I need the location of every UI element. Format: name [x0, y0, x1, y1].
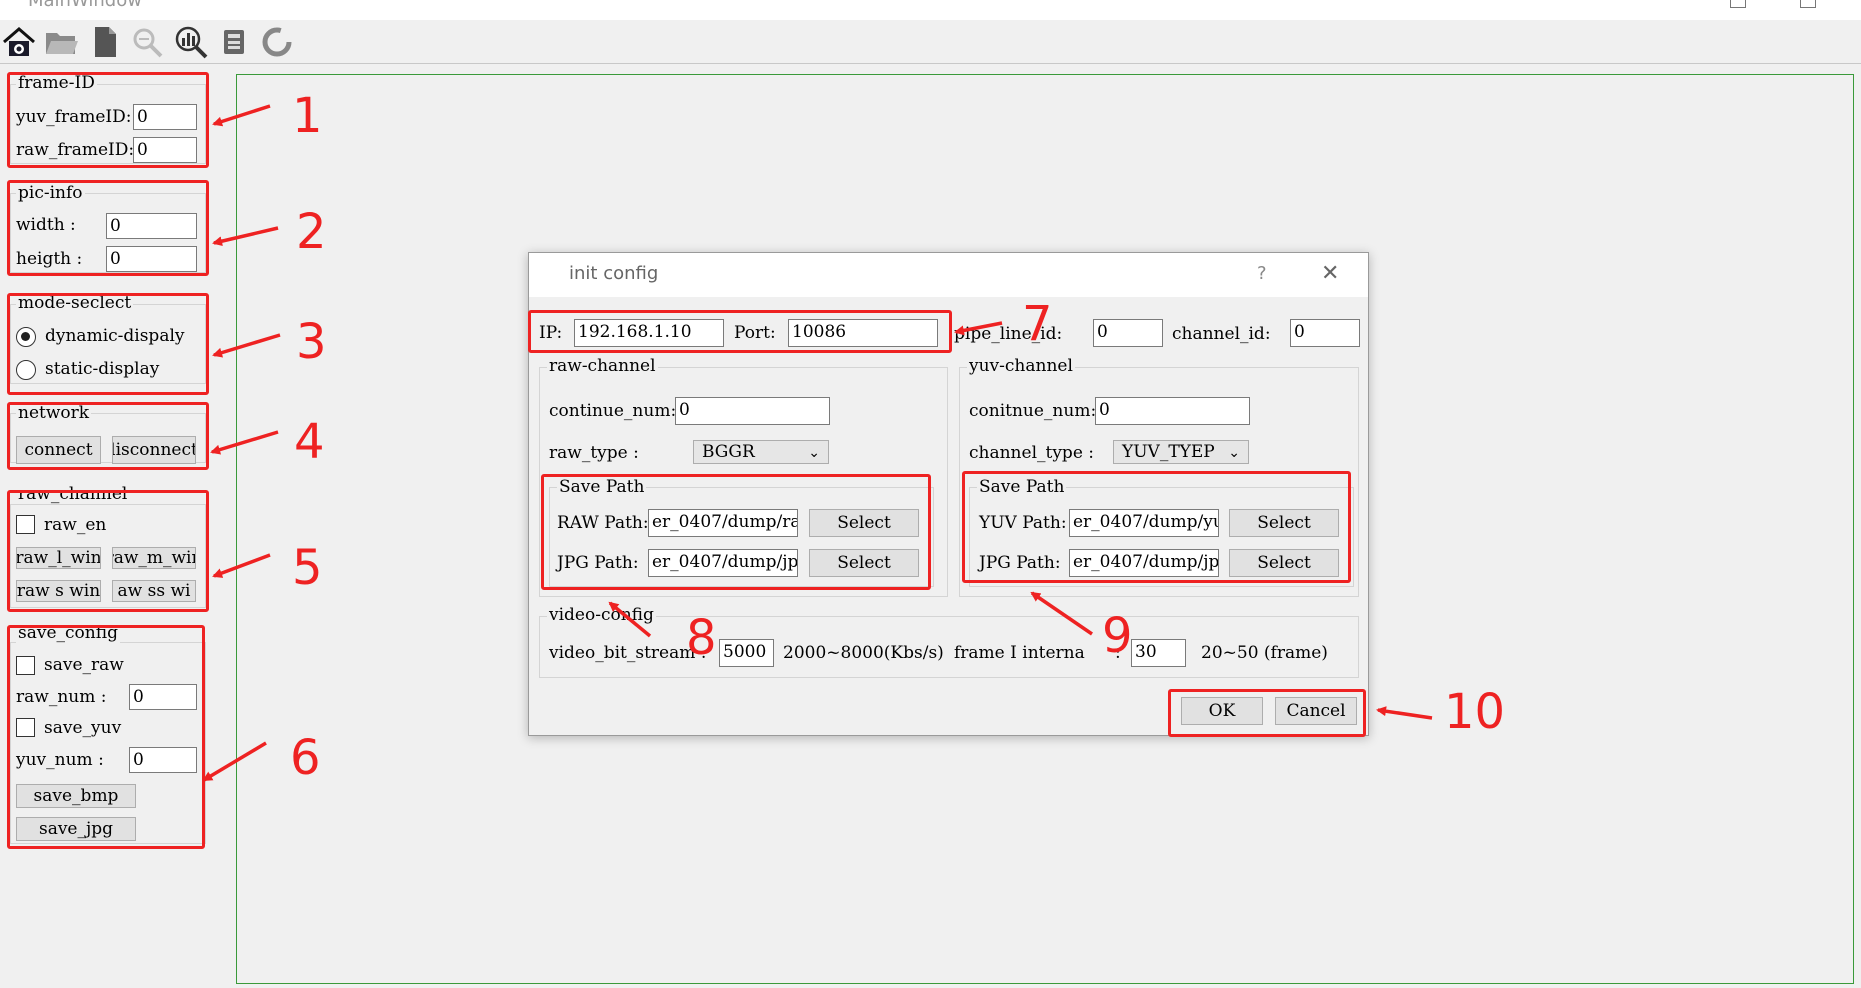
arrow-1: [212, 104, 271, 127]
annotation-number-8: 8: [686, 610, 717, 666]
arrow-9: [1030, 591, 1093, 636]
annotation-number-10: 10: [1444, 684, 1506, 740]
annotation-number-2: 2: [296, 204, 327, 260]
arrow-3: [212, 333, 281, 358]
arrow-10: [1376, 706, 1433, 720]
arrow-7: [954, 321, 1003, 336]
annotation-number-9: 9: [1102, 608, 1133, 664]
arrow-4: [210, 430, 279, 455]
annotation-number-6: 6: [290, 730, 321, 786]
arrow-5: [212, 553, 271, 578]
arrow-8: [608, 601, 652, 638]
annotation-number-7: 7: [1022, 296, 1053, 352]
annotation-number-3: 3: [296, 314, 327, 370]
annotation-number-4: 4: [294, 414, 325, 470]
arrow-6: [202, 741, 267, 782]
annotation-number-5: 5: [292, 540, 323, 596]
annotation-number-1: 1: [292, 88, 323, 144]
annotation-arrows: [202, 104, 1433, 782]
arrow-2: [212, 226, 279, 247]
